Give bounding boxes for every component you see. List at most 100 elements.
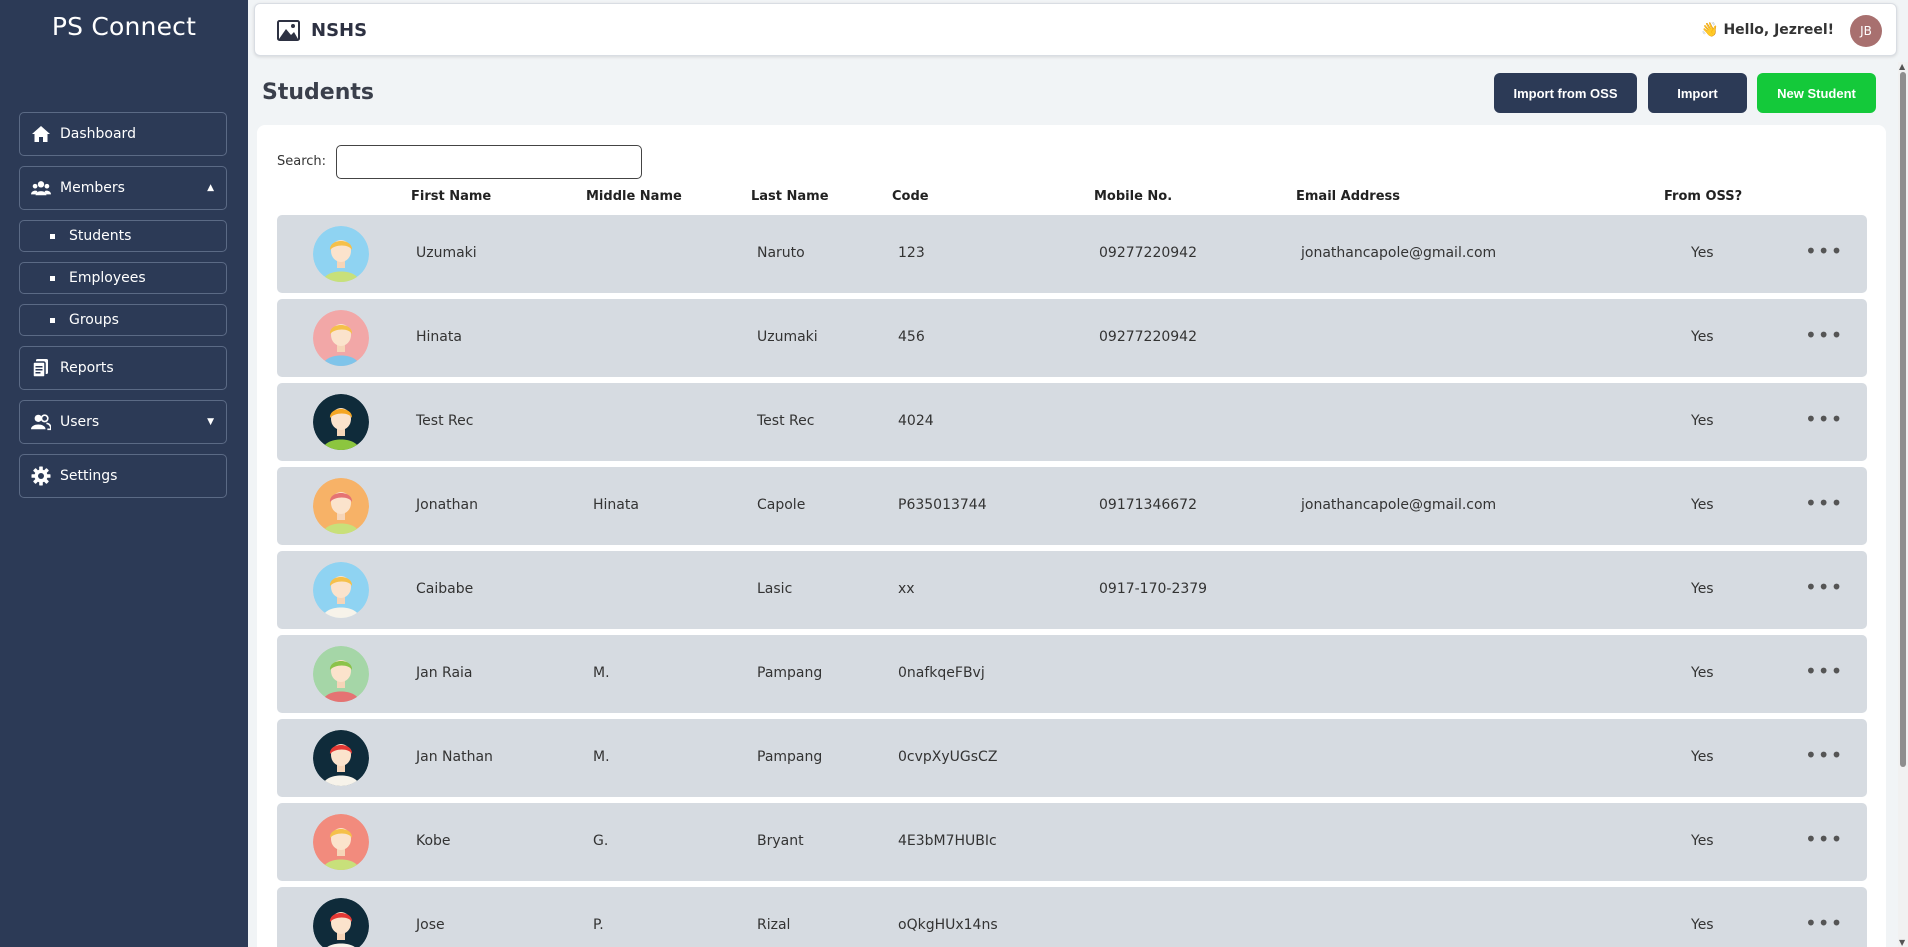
page-scrollbar[interactable]: ▲ ▼ [1898,62,1908,947]
cell-first-name: Uzumaki [416,245,477,261]
student-avatar [313,646,369,702]
caret-up-icon: ▲ [207,183,214,193]
cell-mobile: 09171346672 [1099,497,1197,513]
column-header-mobile[interactable]: Mobile No. [1094,189,1172,204]
cell-mobile: 09277220942 [1099,329,1197,345]
cell-code: 456 [898,329,925,345]
scroll-down-icon[interactable]: ▼ [1899,938,1905,947]
cell-code: P635013744 [898,497,987,513]
cell-from-oss: Yes [1691,749,1714,765]
more-options-icon[interactable]: ••• [1805,575,1843,599]
caret-down-icon: ▼ [207,417,214,427]
table-row[interactable]: Jan Raia M. Pampang 0nafkqeFBvj Yes ••• [277,635,1867,713]
more-options-icon[interactable]: ••• [1805,239,1843,263]
table-row[interactable]: Hinata Uzumaki 456 09277220942 Yes ••• [277,299,1867,377]
cell-first-name: Jose [416,917,445,933]
sidebar-item-label: Students [69,228,132,244]
scroll-up-icon[interactable]: ▲ [1899,62,1905,71]
student-avatar [313,310,369,366]
cell-from-oss: Yes [1691,329,1714,345]
more-options-icon[interactable]: ••• [1805,323,1843,347]
column-header-first-name[interactable]: First Name [411,189,491,204]
table-row[interactable]: Jonathan Hinata Capole P635013744 0917134667… [277,467,1867,545]
cell-last-name: Uzumaki [757,329,818,345]
cell-last-name: Pampang [757,665,823,681]
sidebar-item-users[interactable]: Users ▼ [19,400,227,444]
user-avatar[interactable]: JB [1850,15,1882,47]
school-title: NSHS [311,20,368,41]
cell-from-oss: Yes [1691,665,1714,681]
new-student-button[interactable]: New Student [1757,73,1876,113]
cell-middle-name: M. [593,749,610,765]
cell-middle-name: G. [593,833,609,849]
cell-first-name: Jonathan [416,497,478,513]
more-options-icon[interactable]: ••• [1805,827,1843,851]
table-row[interactable]: Jan Nathan M. Pampang 0cvpXyUGsCZ Yes ••• [277,719,1867,797]
bullet-icon [50,275,55,281]
cell-last-name: Capole [757,497,806,513]
sidebar-item-settings[interactable]: Settings [19,454,227,498]
sidebar-item-label: Reports [60,360,114,376]
user-greeting: 👋 Hello, Jezreel! [1701,22,1834,38]
search-input[interactable] [336,145,642,179]
table-row[interactable]: Kobe G. Bryant 4E3bM7HUBIc Yes ••• [277,803,1867,881]
more-options-icon[interactable]: ••• [1805,659,1843,683]
student-avatar [313,562,369,618]
column-header-code[interactable]: Code [892,189,929,204]
table-row[interactable]: Test Rec Test Rec 4024 Yes ••• [277,383,1867,461]
more-options-icon[interactable]: ••• [1805,743,1843,767]
cell-middle-name: P. [593,917,604,933]
sidebar-item-label: Dashboard [60,126,136,142]
sidebar-item-students[interactable]: Students [19,220,227,252]
sidebar-item-members[interactable]: Members ▲ [19,166,227,210]
cell-email: jonathancapole@gmail.com [1301,245,1497,261]
cell-first-name: Kobe [416,833,451,849]
bullet-icon [50,317,55,323]
page-title: Students [262,80,374,105]
users-icon [31,412,51,432]
cell-last-name: Rizal [757,917,791,933]
scrollbar-thumb[interactable] [1900,72,1906,767]
sidebar-item-label: Settings [60,468,118,484]
table-row[interactable]: Caibabe Lasic xx 0917-170-2379 Yes ••• [277,551,1867,629]
column-header-middle-name[interactable]: Middle Name [586,189,682,204]
student-avatar [313,730,369,786]
cell-code: 123 [898,245,925,261]
student-avatar [313,394,369,450]
student-avatar [313,226,369,282]
cell-email: jonathancapole@gmail.com [1301,497,1497,513]
cell-from-oss: Yes [1691,413,1714,429]
brand-title: PS Connect [51,12,197,41]
column-header-last-name[interactable]: Last Name [751,189,829,204]
cell-last-name: Test Rec [757,413,815,429]
cell-first-name: Hinata [416,329,462,345]
table-row[interactable]: Uzumaki Naruto 123 09277220942 jonathancapol… [277,215,1867,293]
sidebar: PS Connect Dashboard Members ▲ Students … [0,0,248,947]
sidebar-item-reports[interactable]: Reports [19,346,227,390]
cell-first-name: Test Rec [416,413,474,429]
more-options-icon[interactable]: ••• [1805,407,1843,431]
more-options-icon[interactable]: ••• [1805,491,1843,515]
cell-mobile: 0917-170-2379 [1099,581,1208,597]
home-icon [31,124,51,144]
column-header-from-oss[interactable]: From OSS? [1664,189,1742,204]
image-icon [277,20,300,41]
more-options-icon[interactable]: ••• [1805,911,1843,935]
gear-icon [31,466,51,486]
table-row[interactable]: Jose P. Rizal oQkgHUx14ns Yes ••• [277,887,1867,947]
column-header-email[interactable]: Email Address [1296,189,1400,204]
cell-last-name: Pampang [757,749,823,765]
cell-from-oss: Yes [1691,581,1714,597]
search-label: Search: [277,154,327,169]
cell-first-name: Caibabe [416,581,474,597]
import-button[interactable]: Import [1648,73,1747,113]
student-avatar [313,478,369,534]
sidebar-item-employees[interactable]: Employees [19,262,227,294]
cell-code: xx [898,581,915,597]
sidebar-item-groups[interactable]: Groups [19,304,227,336]
sidebar-item-label: Members [60,180,125,196]
sidebar-item-label: Groups [69,312,119,328]
sidebar-item-dashboard[interactable]: Dashboard [19,112,227,156]
cell-code: 0nafkqeFBvj [898,665,985,681]
import-from-oss-button[interactable]: Import from OSS [1494,73,1637,113]
